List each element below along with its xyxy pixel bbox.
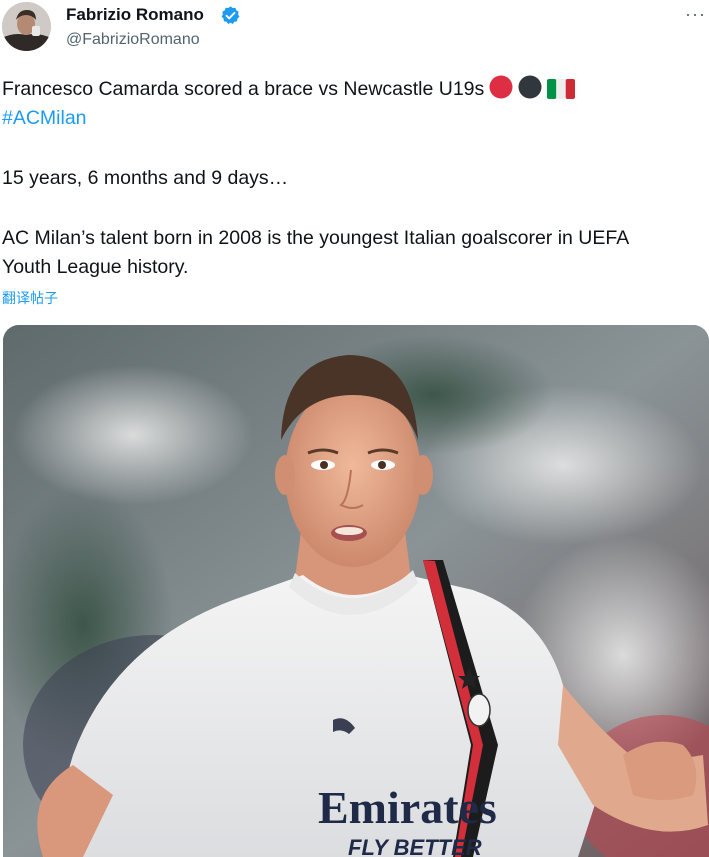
red-circle-icon — [489, 75, 513, 99]
hashtag-link[interactable]: #ACMilan — [2, 104, 707, 133]
tweet-header: Fabrizio Romano @FabrizioRomano ··· — [0, 0, 709, 64]
svg-text:Emirates: Emirates — [318, 782, 497, 833]
italy-flag-icon — [547, 79, 576, 99]
svg-text:FLY BETTER: FLY BETTER — [348, 835, 482, 857]
verified-badge-icon — [221, 6, 240, 24]
tweet-line-3a: AC Milan’s talent born in 2008 is the yo… — [2, 227, 630, 249]
player-photo-image: Emirates FLY BETTER — [3, 325, 709, 857]
more-options-icon[interactable]: ··· — [685, 4, 706, 24]
tweet-line-1: Francesco Camarda scored a brace vs Newc… — [2, 78, 485, 100]
tweet-line-2: 15 years, 6 months and 9 days… — [2, 167, 289, 189]
author-handle[interactable]: @FabrizioRomano — [66, 30, 200, 50]
author-name[interactable]: Fabrizio Romano — [66, 4, 204, 26]
tweet-body: Francesco Camarda scored a brace vs Newc… — [2, 75, 707, 282]
tweet-line: Francesco Camarda scored a brace vs Newc… — [2, 75, 707, 104]
tweet-line-3b: Youth League history. — [2, 256, 189, 278]
black-circle-icon — [518, 75, 542, 99]
tweet-photo[interactable]: Emirates FLY BETTER — [3, 325, 709, 857]
translate-post-link[interactable]: 翻译帖子 — [2, 289, 58, 307]
avatar[interactable] — [2, 2, 51, 51]
